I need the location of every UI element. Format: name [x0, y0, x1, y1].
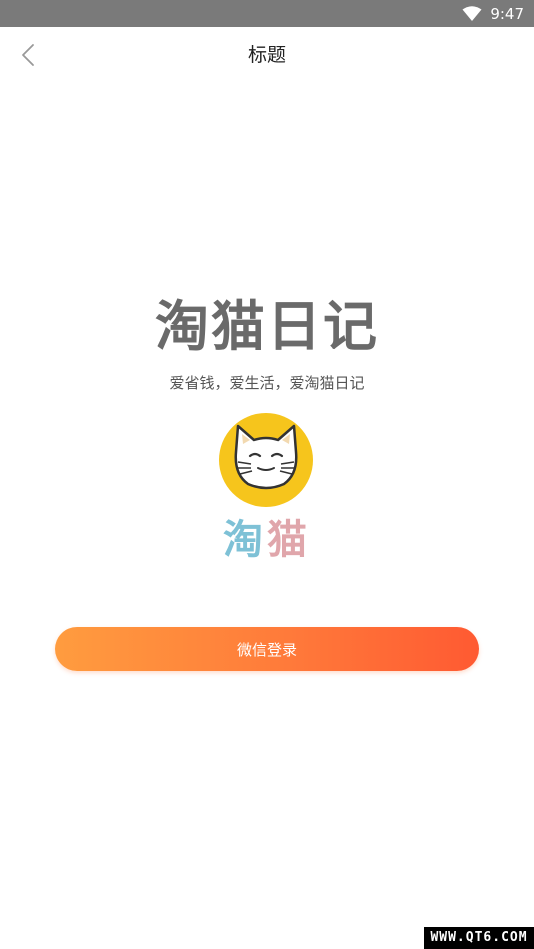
wifi-icon [462, 5, 482, 21]
logo-text-char-2: 猫 [267, 517, 311, 563]
status-time: 9:47 [490, 4, 524, 23]
page-title: 标题 [247, 44, 286, 66]
login-screen: 9:47 标题 淘猫日记 爱省钱，爱生活，爱淘猫日记 淘猫 微信登录 WWW.Q… [0, 0, 534, 949]
status-bar: 9:47 [0, 0, 534, 27]
nav-bar: 标题 [0, 27, 534, 83]
wechat-login-button[interactable]: 微信登录 [55, 627, 479, 671]
app-name: 淘猫日记 [155, 295, 379, 358]
status-right: 9:47 [462, 0, 524, 27]
cat-face-icon [219, 413, 313, 507]
watermark: WWW.QT6.COM [424, 927, 534, 949]
logo-text: 淘猫 [214, 514, 320, 566]
logo-text-char-1: 淘 [223, 517, 267, 563]
slogan: 爱省钱，爱生活，爱淘猫日记 [169, 374, 365, 392]
app-logo: 淘猫 [214, 410, 320, 570]
